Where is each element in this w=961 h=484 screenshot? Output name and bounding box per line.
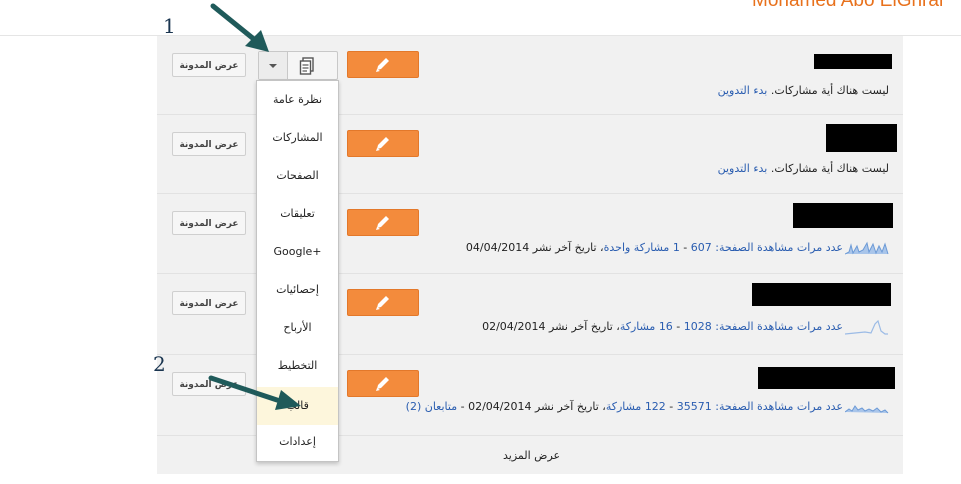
blog-title-redacted[interactable] (793, 203, 893, 228)
posts-count-link[interactable]: 122 مشاركة (606, 400, 666, 413)
view-blog-button[interactable]: عرض المدونة (172, 291, 246, 315)
annotation-arrow-2 (208, 375, 301, 410)
menu-item-pages[interactable]: الصفحات (257, 157, 338, 195)
blog-stats: عدد مرات مشاهدة الصفحة: 35571 - 122 مشار… (405, 400, 843, 413)
blog-title-redacted[interactable] (814, 54, 892, 69)
view-blog-button[interactable]: عرض المدونة (172, 211, 246, 235)
no-posts-text: ليست هناك أية مشاركات. (770, 162, 889, 175)
last-published-label: تاريخ آخر نشر (532, 241, 597, 254)
blog-title-redacted[interactable] (826, 124, 897, 152)
pageviews-count[interactable]: 35571 (677, 400, 712, 413)
blog-stats: ليست هناك أية مشاركات. بدء التدوين (718, 84, 889, 97)
last-published-label: تاريخ آخر نشر (535, 400, 599, 413)
pencil-icon (376, 137, 389, 151)
menu-item-stats[interactable]: إحصائيات (257, 271, 338, 309)
posts-count-link[interactable]: 1 مشاركة واحدة (604, 241, 680, 254)
followers-link[interactable]: متابعان (2) (406, 400, 457, 413)
pageviews-sparkline[interactable] (845, 399, 889, 415)
menu-item-settings[interactable]: إعدادات (257, 423, 338, 461)
pageviews-sparkline[interactable] (845, 240, 889, 256)
pencil-icon (376, 216, 389, 230)
blog-stats: ليست هناك أية مشاركات. بدء التدوين (718, 162, 889, 175)
pageviews-label[interactable]: عدد مرات مشاهدة الصفحة: (715, 400, 843, 413)
start-blogging-link[interactable]: بدء التدوين (718, 84, 768, 97)
pencil-icon (376, 58, 389, 72)
posts-count-link[interactable]: 16 مشاركة (620, 320, 673, 333)
pageviews-label[interactable]: عدد مرات مشاهدة الصفحة: (715, 241, 843, 254)
pageviews-sparkline[interactable] (845, 318, 889, 336)
menu-item-comments[interactable]: تعليقات (257, 195, 338, 233)
show-more-link[interactable]: عرض المزيد (503, 449, 560, 462)
new-post-button[interactable] (347, 51, 419, 78)
menu-item-posts[interactable]: المشاركات (257, 119, 338, 157)
blog-title-redacted[interactable] (752, 283, 891, 306)
last-published-date: 04/04/2014 (465, 241, 530, 254)
pageviews-count[interactable]: 1028 (684, 320, 712, 333)
user-name[interactable]: Mohamed Abo ElGhrar (752, 0, 945, 12)
annotation-arrow-1 (210, 3, 269, 52)
menu-item-earnings[interactable]: الأرباح (257, 309, 338, 347)
new-post-button[interactable] (347, 130, 419, 157)
last-published-date: 02/04/2014 (482, 320, 546, 333)
annotation-number-2: 2 (153, 352, 166, 376)
menu-item-overview[interactable]: نظرة عامة (257, 81, 338, 119)
new-post-button[interactable] (347, 289, 419, 316)
posts-list-icon[interactable] (299, 57, 315, 78)
last-published-date: 02/04/2014 (468, 400, 532, 413)
blog-stats: عدد مرات مشاهدة الصفحة: 1028 - 16 مشاركة… (482, 320, 843, 333)
no-posts-text: ليست هناك أية مشاركات. (770, 84, 889, 97)
start-blogging-link[interactable]: بدء التدوين (718, 162, 768, 175)
blog-title-redacted[interactable] (758, 367, 895, 389)
last-published-label: تاريخ آخر نشر (549, 320, 613, 333)
menu-item-google-plus[interactable]: Google+ (257, 233, 338, 271)
view-blog-button[interactable]: عرض المدونة (172, 132, 246, 156)
new-post-button[interactable] (347, 209, 419, 236)
blog-stats: عدد مرات مشاهدة الصفحة: 607 - 1 مشاركة و… (465, 241, 843, 254)
pageviews-count[interactable]: 607 (691, 241, 712, 254)
pencil-icon (376, 377, 389, 391)
new-post-button[interactable] (347, 370, 419, 397)
annotation-number-1: 1 (163, 14, 176, 38)
pageviews-label[interactable]: عدد مرات مشاهدة الصفحة: (715, 320, 843, 333)
pencil-icon (376, 296, 389, 310)
